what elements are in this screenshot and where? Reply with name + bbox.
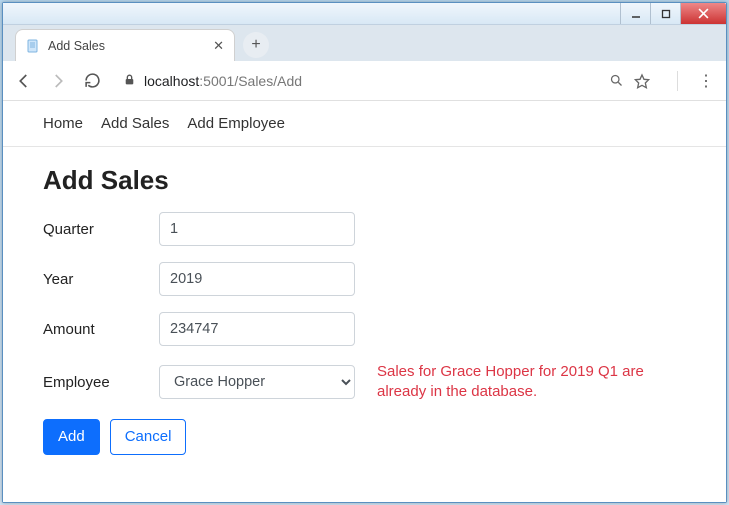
zoom-icon[interactable]: [607, 73, 625, 88]
cancel-button[interactable]: Cancel: [110, 419, 187, 455]
browser-window: Add Sales ✕ + localhost:5001/Sales/Add: [2, 2, 727, 503]
input-year[interactable]: [159, 262, 355, 296]
window-titlebar: [3, 3, 726, 25]
star-icon[interactable]: [633, 73, 651, 89]
form-row-employee: Employee Grace Hopper Sales for Grace Ho…: [43, 362, 686, 403]
label-year: Year: [43, 271, 159, 288]
page-body: Add Sales Quarter Year Amount Employee G…: [3, 147, 726, 473]
button-row: Add Cancel: [43, 419, 686, 455]
browser-menu-button[interactable]: ⋮: [696, 71, 716, 91]
tab-title: Add Sales: [48, 39, 205, 53]
address-bar[interactable]: localhost:5001/Sales/Add: [115, 67, 659, 95]
add-button[interactable]: Add: [43, 419, 100, 455]
label-employee: Employee: [43, 374, 159, 391]
nav-link-add-employee[interactable]: Add Employee: [187, 115, 285, 132]
form-row-quarter: Quarter: [43, 212, 686, 246]
nav-link-home[interactable]: Home: [43, 115, 83, 132]
select-employee[interactable]: Grace Hopper: [159, 365, 355, 399]
input-amount[interactable]: [159, 312, 355, 346]
form-row-amount: Amount: [43, 312, 686, 346]
url-path: /Sales/Add: [234, 73, 302, 89]
reload-button[interactable]: [81, 70, 103, 92]
tab-strip: Add Sales ✕ +: [3, 25, 726, 61]
url-host: localhost: [144, 73, 199, 89]
window-minimize-button[interactable]: [620, 3, 650, 24]
tab-close-icon[interactable]: ✕: [213, 38, 224, 54]
browser-tab[interactable]: Add Sales ✕: [15, 29, 235, 61]
page-heading: Add Sales: [43, 165, 686, 196]
new-tab-button[interactable]: +: [243, 32, 269, 58]
url-text: localhost:5001/Sales/Add: [144, 73, 302, 89]
url-port: :5001: [199, 73, 234, 89]
input-quarter[interactable]: [159, 212, 355, 246]
browser-toolbar: localhost:5001/Sales/Add ⋮: [3, 61, 726, 101]
site-nav: Home Add Sales Add Employee: [3, 101, 726, 147]
forward-button[interactable]: [47, 70, 69, 92]
nav-link-add-sales[interactable]: Add Sales: [101, 115, 169, 132]
toolbar-separator: [677, 71, 678, 91]
window-maximize-button[interactable]: [650, 3, 680, 24]
window-close-button[interactable]: [680, 3, 726, 24]
label-amount: Amount: [43, 321, 159, 338]
form-row-year: Year: [43, 262, 686, 296]
back-button[interactable]: [13, 70, 35, 92]
validation-error: Sales for Grace Hopper for 2019 Q1 are a…: [377, 362, 677, 403]
page-content: Home Add Sales Add Employee Add Sales Qu…: [3, 101, 726, 502]
lock-icon: [123, 73, 136, 89]
page-favicon-icon: [26, 39, 40, 53]
label-quarter: Quarter: [43, 221, 159, 238]
